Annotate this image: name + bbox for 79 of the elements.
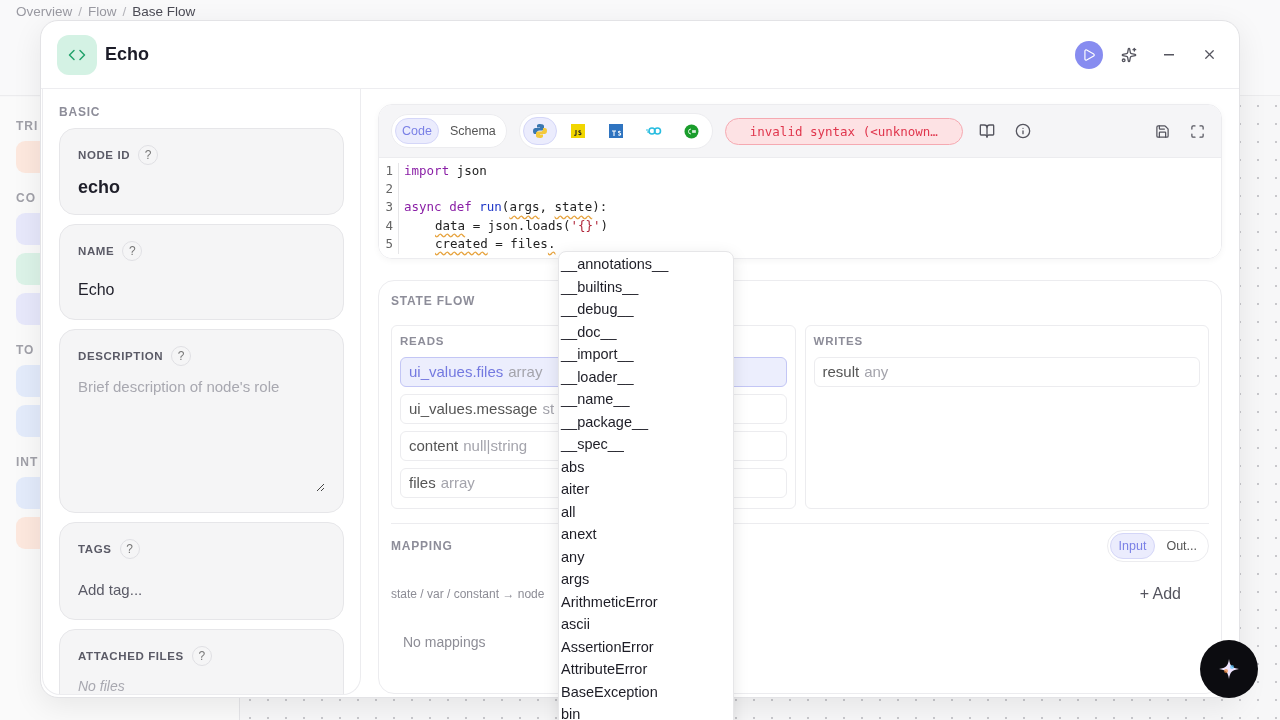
field-label: NAME bbox=[78, 245, 115, 257]
autocomplete-item[interactable]: anext bbox=[561, 523, 731, 546]
autocomplete-item[interactable]: args bbox=[561, 568, 731, 591]
sidebar-section-label: INT bbox=[16, 455, 39, 469]
book-icon bbox=[978, 123, 995, 139]
play-icon bbox=[1082, 47, 1096, 62]
autocomplete-item[interactable]: __name__ bbox=[561, 388, 731, 411]
state-variable-row[interactable]: result any bbox=[813, 356, 1200, 387]
tags-placeholder: Add tag... bbox=[78, 581, 144, 598]
autocomplete-item[interactable]: __builtins__ bbox=[561, 275, 731, 298]
mapping-hint: state / var / constant → node bbox=[391, 586, 545, 601]
tags-field[interactable]: TAGS ? Add tag... bbox=[59, 522, 344, 620]
fullscreen-icon bbox=[1190, 123, 1205, 139]
field-label: ATTACHED FILES bbox=[78, 650, 184, 662]
empty-state-text: No mappings bbox=[403, 633, 486, 650]
typescript-logo-icon bbox=[608, 124, 623, 138]
code-line[interactable]: async def run(args, state): bbox=[399, 199, 608, 218]
sidebar-section-label: CO bbox=[16, 191, 36, 205]
autocomplete-item[interactable]: bin bbox=[561, 703, 731, 720]
column-heading: WRITES bbox=[813, 334, 865, 347]
resize-handle-icon[interactable] bbox=[316, 483, 325, 492]
autocomplete-item[interactable]: any bbox=[561, 545, 731, 568]
line-number: 1 bbox=[379, 163, 399, 182]
error-badge: invalid syntax (<unknown… bbox=[724, 117, 963, 145]
code-line[interactable]: data = json.loads('{}') bbox=[399, 217, 609, 236]
breadcrumb-separator: / bbox=[78, 4, 83, 19]
autocomplete-item[interactable]: ArithmeticError bbox=[561, 590, 731, 613]
field-label: NODE ID bbox=[78, 149, 131, 161]
section-heading: BASIC bbox=[59, 105, 102, 119]
description-field[interactable]: DESCRIPTION ? Brief description of node's role bbox=[59, 329, 344, 513]
line-number: 4 bbox=[379, 217, 399, 236]
go-logo-icon bbox=[645, 126, 662, 136]
add-mapping-button[interactable]: + Add bbox=[1133, 583, 1187, 604]
autocomplete-item[interactable]: __package__ bbox=[561, 410, 731, 433]
line-number: 2 bbox=[379, 181, 399, 200]
code-line[interactable]: created = files. bbox=[399, 235, 556, 254]
breadcrumb-link[interactable]: Base Flow bbox=[132, 4, 196, 19]
python-logo-icon bbox=[531, 123, 548, 139]
autocomplete-item[interactable]: AttributeError bbox=[561, 658, 731, 681]
autocomplete-item[interactable]: __doc__ bbox=[561, 320, 731, 343]
autocomplete-item[interactable]: __import__ bbox=[561, 343, 731, 366]
code-line[interactable]: import json bbox=[399, 163, 487, 182]
column-heading: READS bbox=[400, 334, 446, 347]
info-icon bbox=[1014, 123, 1031, 139]
mapping-tab[interactable]: Out... bbox=[1157, 532, 1206, 559]
assistant-button[interactable] bbox=[1200, 640, 1258, 698]
sparkle-icon bbox=[1218, 658, 1240, 680]
autocomplete-item[interactable]: BaseException bbox=[561, 680, 731, 703]
no-files-text: No files bbox=[78, 678, 126, 694]
sparkle-icon bbox=[1121, 46, 1137, 63]
mode-tab[interactable]: Schema bbox=[442, 118, 503, 144]
dialog-title: Echo bbox=[105, 44, 150, 65]
run-button[interactable] bbox=[1075, 40, 1103, 69]
sidebar-section-label: TRI bbox=[16, 119, 39, 133]
autocomplete-item[interactable]: aiter bbox=[561, 478, 731, 501]
minimize-icon bbox=[1164, 53, 1174, 56]
autocomplete-item[interactable]: __spec__ bbox=[561, 433, 731, 456]
description-placeholder: Brief description of node's role bbox=[78, 378, 281, 395]
autocomplete-item[interactable]: __debug__ bbox=[561, 298, 731, 321]
field-label: DESCRIPTION bbox=[78, 350, 164, 362]
javascript-logo-icon bbox=[570, 124, 585, 138]
breadcrumb-separator: / bbox=[122, 4, 127, 19]
name-value: Echo bbox=[78, 281, 116, 299]
language-button[interactable] bbox=[522, 117, 557, 145]
save-icon bbox=[1155, 123, 1170, 139]
autocomplete-item[interactable]: __loader__ bbox=[561, 365, 731, 388]
line-number: 3 bbox=[379, 199, 399, 218]
name-field[interactable]: NAME ? Echo bbox=[59, 224, 344, 320]
autocomplete-item[interactable]: ascii bbox=[561, 613, 731, 636]
autocomplete-item[interactable]: __annotations__ bbox=[561, 253, 731, 276]
autocomplete-item[interactable]: AssertionError bbox=[561, 635, 731, 658]
field-label: TAGS bbox=[78, 543, 112, 555]
csharp-logo-icon bbox=[684, 123, 700, 139]
autocomplete-item[interactable]: all bbox=[561, 500, 731, 523]
section-heading: STATE FLOW bbox=[391, 293, 477, 308]
sidebar-section-label: TO bbox=[16, 343, 35, 357]
line-number: 5 bbox=[379, 235, 399, 254]
section-heading: MAPPING bbox=[391, 538, 453, 553]
node-id-value: echo bbox=[78, 177, 121, 198]
